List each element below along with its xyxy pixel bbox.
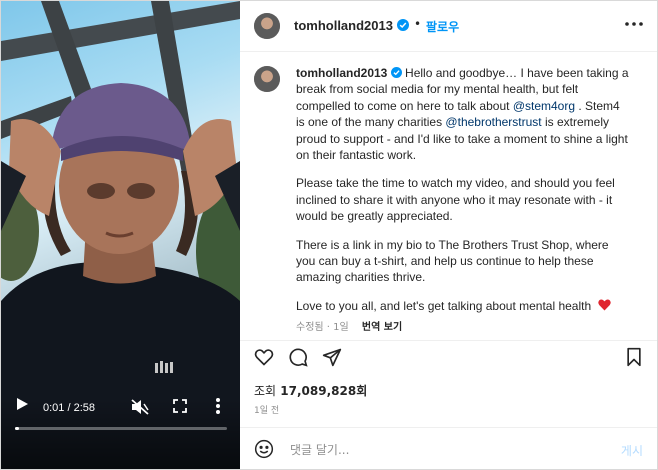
mention-link[interactable]: @thebrotherstrust [445, 115, 541, 129]
caption-username[interactable]: tomholland2013 [296, 66, 387, 80]
caption-avatar[interactable] [254, 66, 280, 92]
like-heart-icon[interactable] [254, 347, 274, 367]
more-options-icon[interactable] [625, 17, 643, 31]
video-time: 0:01 / 2:58 [43, 402, 96, 414]
view-count: 조회 17,089,828회 [254, 382, 367, 399]
more-options-icon[interactable] [215, 397, 221, 415]
emoji-icon[interactable] [254, 439, 274, 459]
caption-paragraph-3: There is a link in my bio to The Brother… [296, 237, 609, 285]
header-username[interactable]: tomholland2013 [294, 18, 393, 33]
video-progress-bar[interactable] [15, 427, 227, 430]
fullscreen-icon[interactable] [173, 399, 187, 413]
comment-icon[interactable] [288, 347, 308, 367]
verified-badge-icon [390, 67, 402, 78]
follow-button[interactable]: 팔로우 [426, 18, 459, 35]
muted-speaker-icon[interactable] [131, 399, 149, 415]
share-icon[interactable] [322, 347, 342, 367]
comment-input[interactable] [288, 440, 592, 460]
video-controls-overlay [1, 399, 240, 469]
verified-badge-icon [397, 19, 409, 31]
comment-bar: 게시 [240, 427, 657, 469]
play-icon[interactable] [15, 397, 29, 411]
mention-link[interactable]: @stem4org [513, 99, 575, 113]
post-panel: tomholland2013 • 팔로우 tomholland2013 Hell… [240, 1, 657, 469]
post-dialog: 0:01 / 2:58 tomholland2013 • 팔로우 tomholl… [0, 0, 658, 470]
caption-paragraph-2: Please take the time to watch my video, … [296, 176, 615, 224]
divider [240, 340, 657, 341]
duration: 2:58 [73, 402, 96, 414]
post-comment-button[interactable]: 게시 [621, 442, 643, 459]
post-caption: tomholland2013 Hello and goodbye… I have… [296, 65, 631, 326]
heart-emoji-icon [597, 299, 611, 311]
video-player[interactable]: 0:01 / 2:58 [1, 1, 240, 469]
translate-link[interactable]: 번역 보기 [362, 322, 402, 333]
views-label: 조회 [254, 384, 277, 398]
edited-time: 수정됨 · 1일 [296, 322, 349, 333]
views-number: 17,089,828회 [280, 384, 368, 398]
dot-separator: • [414, 17, 422, 31]
save-bookmark-icon[interactable] [624, 347, 644, 367]
caption-meta: 수정됨 · 1일 번역 보기 [296, 318, 402, 333]
post-header: tomholland2013 • 팔로우 [240, 1, 657, 52]
current-time: 0:01 [43, 402, 65, 414]
caption-paragraph-4: Love to you all, and let's get talking a… [296, 298, 592, 313]
avatar[interactable] [254, 13, 280, 39]
video-progress-fill [15, 427, 20, 430]
post-age: 1일 전 [254, 406, 280, 416]
